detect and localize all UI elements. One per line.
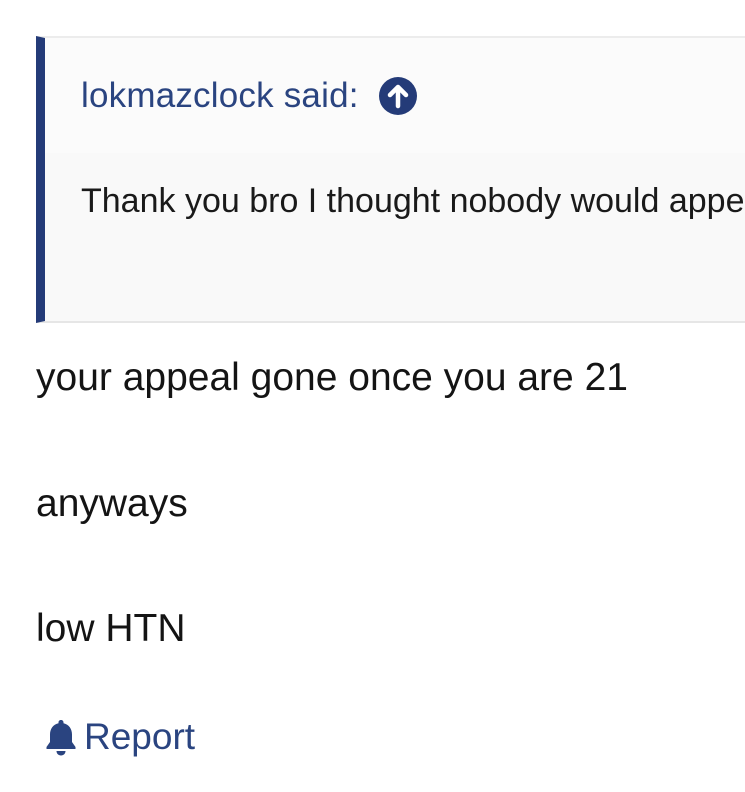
quote-block: lokmazclock said: Thank you bro I though… bbox=[36, 36, 745, 323]
post-text-line: low HTN bbox=[36, 607, 186, 650]
report-label: Report bbox=[84, 716, 196, 757]
post-text-line: your appeal gone once you are 21 bbox=[36, 356, 628, 399]
bell-icon bbox=[44, 718, 78, 756]
quote-text: Thank you bro I thought nobody would app… bbox=[81, 182, 745, 220]
quote-author-link[interactable]: lokmazclock said: bbox=[81, 76, 359, 116]
quote-header: lokmazclock said: bbox=[45, 38, 745, 153]
arrow-up-circle-icon[interactable] bbox=[378, 76, 417, 115]
report-button[interactable]: Report bbox=[44, 716, 195, 758]
post-text-line: anyways bbox=[36, 482, 188, 525]
